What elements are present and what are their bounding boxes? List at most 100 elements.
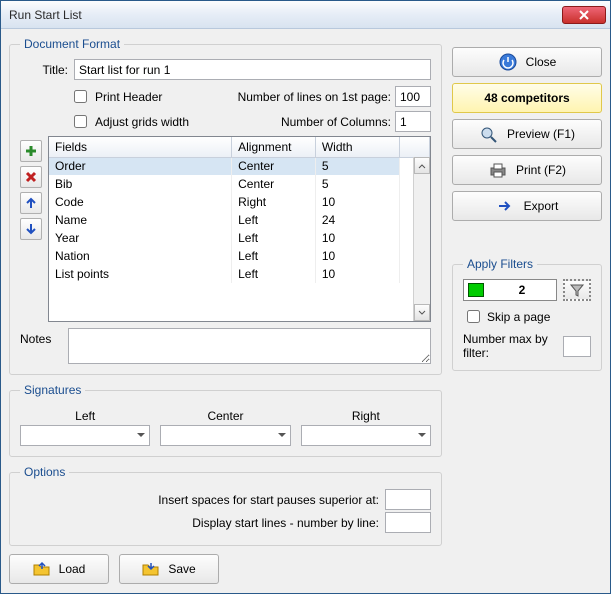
table-cell: 10 (315, 265, 399, 283)
folder-open-icon (33, 561, 51, 577)
adjust-grids-label: Adjust grids width (95, 115, 189, 129)
table-row[interactable]: NameLeft24 (49, 211, 430, 229)
print-label: Print (F2) (516, 163, 566, 177)
filter-count: 2 (488, 283, 556, 297)
save-label: Save (168, 562, 195, 576)
load-label: Load (59, 562, 86, 576)
sig-center-label: Center (207, 409, 243, 423)
skip-page-label: Skip a page (487, 310, 550, 324)
table-cell: Order (49, 157, 232, 175)
table-cell: Center (232, 157, 316, 175)
close-label: Close (526, 55, 557, 69)
display-lines-input[interactable] (385, 512, 431, 533)
table-cell: 10 (315, 247, 399, 265)
filter-color-swatch (468, 283, 484, 297)
close-icon (579, 10, 589, 20)
sig-right-combo[interactable] (301, 425, 431, 446)
table-row[interactable]: BibCenter5 (49, 175, 430, 193)
table-cell: List points (49, 265, 232, 283)
table-cell: Left (232, 229, 316, 247)
filter-badge[interactable]: 2 (463, 279, 557, 301)
sig-left-label: Left (75, 409, 95, 423)
table-cell: 5 (315, 175, 399, 193)
col-width[interactable]: Width (315, 137, 399, 157)
table-cell: Center (232, 175, 316, 193)
export-label: Export (524, 199, 559, 213)
filter-max-input[interactable] (563, 336, 591, 357)
printer-icon (488, 161, 508, 179)
print-button[interactable]: Print (F2) (452, 155, 602, 185)
table-cell: Left (232, 265, 316, 283)
move-up-button[interactable] (20, 192, 42, 214)
table-cell: Year (49, 229, 232, 247)
magnifier-icon (479, 125, 499, 143)
insert-spaces-label: Insert spaces for start pauses superior … (158, 493, 379, 507)
table-row[interactable]: OrderCenter5 (49, 157, 430, 175)
sig-center-combo[interactable] (160, 425, 290, 446)
fields-table[interactable]: Fields Alignment Width OrderCenter5BibCe… (48, 136, 431, 322)
filter-max-label: Number max by filter: (463, 332, 559, 360)
document-format-legend: Document Format (20, 37, 124, 51)
arrow-down-icon (24, 222, 38, 236)
col-alignment[interactable]: Alignment (232, 137, 316, 157)
print-header-checkbox[interactable] (74, 90, 87, 103)
notes-input[interactable] (68, 328, 431, 364)
window-title: Run Start List (9, 8, 562, 22)
table-row[interactable]: NationLeft10 (49, 247, 430, 265)
apply-filters-legend: Apply Filters (463, 257, 537, 271)
add-row-button[interactable] (20, 140, 42, 162)
funnel-icon (569, 283, 585, 297)
export-icon (496, 198, 516, 214)
skip-page-checkbox[interactable] (467, 310, 480, 323)
title-input[interactable] (74, 59, 431, 80)
save-button[interactable]: Save (119, 554, 219, 584)
competitors-button[interactable]: 48 competitors (452, 83, 602, 113)
scroll-up-button[interactable] (414, 157, 430, 174)
move-down-button[interactable] (20, 218, 42, 240)
signatures-legend: Signatures (20, 383, 85, 397)
delete-row-button[interactable] (20, 166, 42, 188)
table-cell: 5 (315, 157, 399, 175)
table-cell: 10 (315, 229, 399, 247)
sig-left-combo[interactable] (20, 425, 150, 446)
preview-label: Preview (F1) (507, 127, 575, 141)
num-columns-label: Number of Columns: (281, 115, 391, 129)
options-group: Options Insert spaces for start pauses s… (9, 465, 442, 546)
folder-save-icon (142, 561, 160, 577)
preview-button[interactable]: Preview (F1) (452, 119, 602, 149)
table-cell: 24 (315, 211, 399, 229)
load-button[interactable]: Load (9, 554, 109, 584)
apply-filters-group: Apply Filters 2 (452, 257, 602, 371)
competitors-label: 48 competitors (484, 91, 569, 105)
lines-first-page-input[interactable] (395, 86, 431, 107)
col-scroll (399, 137, 429, 157)
close-button[interactable]: Close (452, 47, 602, 77)
table-cell: Bib (49, 175, 232, 193)
table-cell: Left (232, 211, 316, 229)
print-header-label: Print Header (95, 90, 162, 104)
table-scrollbar[interactable] (413, 157, 430, 321)
table-cell: 10 (315, 193, 399, 211)
titlebar: Run Start List (1, 1, 610, 29)
signatures-group: Signatures Left Center Right (9, 383, 442, 457)
table-row[interactable]: List pointsLeft10 (49, 265, 430, 283)
sig-right-label: Right (352, 409, 380, 423)
table-cell: Name (49, 211, 232, 229)
insert-spaces-input[interactable] (385, 489, 431, 510)
display-lines-label: Display start lines - number by line: (192, 516, 379, 530)
col-fields[interactable]: Fields (49, 137, 232, 157)
adjust-grids-checkbox[interactable] (74, 115, 87, 128)
table-row[interactable]: YearLeft10 (49, 229, 430, 247)
plus-icon (24, 144, 38, 158)
table-cell: Left (232, 247, 316, 265)
num-columns-input[interactable] (395, 111, 431, 132)
content-area: Document Format Title: Print Header Numb… (1, 29, 610, 593)
window-close-button[interactable] (562, 6, 606, 24)
title-label: Title: (20, 63, 68, 77)
scroll-down-button[interactable] (414, 304, 430, 321)
document-format-group: Document Format Title: Print Header Numb… (9, 37, 442, 375)
arrow-up-icon (24, 196, 38, 210)
export-button[interactable]: Export (452, 191, 602, 221)
filter-settings-button[interactable] (563, 279, 591, 301)
table-row[interactable]: CodeRight10 (49, 193, 430, 211)
